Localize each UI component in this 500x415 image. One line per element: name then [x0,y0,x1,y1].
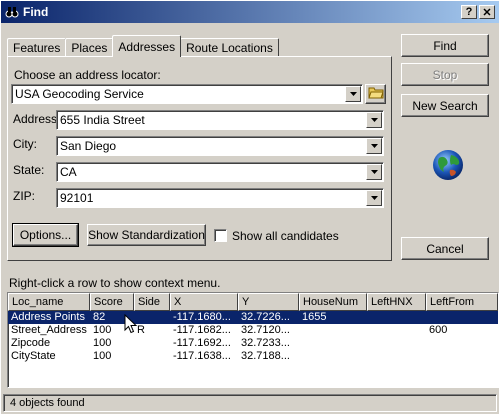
show-standardization-button[interactable]: Show Standardization [87,224,206,246]
city-field[interactable]: San Diego [56,136,384,156]
table-cell: 100 [93,337,112,349]
column-header[interactable]: X [170,293,238,311]
context-menu-hint: Right-click a row to show context menu. [9,276,221,290]
table-cell [426,350,498,363]
chevron-down-icon[interactable] [345,86,361,102]
table-row[interactable]: CityState 100 -117.1638... 32.7188... [8,350,498,363]
close-icon: ✕ [482,6,492,19]
table-cell [367,337,426,350]
tab-addresses[interactable]: Addresses [112,35,182,57]
table-cell: CityState [11,350,56,362]
status-text: 4 objects found [10,397,85,409]
address-field[interactable]: 655 India Street [56,110,384,130]
table-cell: -117.1692... [173,337,231,349]
browse-folder-button[interactable] [365,84,386,104]
tab-route-locations[interactable]: Route Locations [180,38,279,57]
table-cell [426,337,498,350]
column-header[interactable]: HouseNum [299,293,367,311]
table-cell: Zipcode [11,337,51,349]
table-cell: -117.1680... [173,311,231,323]
window-title: Find [23,5,49,19]
table-cell: -117.1638... [173,350,231,362]
zip-label: ZIP: [13,189,36,203]
column-header[interactable]: LeftHNX [367,293,426,311]
show-all-candidates-checkbox[interactable] [214,229,227,242]
table-row[interactable]: Street_Address 100 R -117.1682... 32.7120...… [8,324,498,337]
locator-label: Choose an address locator: [14,68,161,82]
cancel-button[interactable]: Cancel [401,237,489,260]
table-cell: 600 [429,324,448,336]
close-button[interactable]: ✕ [479,5,495,19]
mouse-cursor [124,313,138,334]
table-cell [134,311,170,324]
city-label: City: [13,137,37,151]
grid-header: Loc_name Score Side X Y HouseNum LeftHNX… [8,293,498,311]
options-button[interactable]: Options... [12,223,79,247]
table-cell: 1655 [302,311,327,323]
table-cell [426,311,498,324]
table-cell [367,311,426,324]
table-cell [134,350,170,363]
table-cell: -117.1682... [173,324,231,336]
new-search-button[interactable]: New Search [401,94,489,117]
state-field[interactable]: CA [56,162,384,182]
table-cell: Street_Address [11,324,87,336]
column-header[interactable]: Side [134,293,170,311]
column-header[interactable]: Score [90,293,134,311]
status-bar: 4 objects found [3,394,497,412]
results-grid[interactable]: Loc_name Score Side X Y HouseNum LeftHNX… [7,292,499,388]
zip-field[interactable]: 92101 [56,188,384,208]
binoculars-icon [5,5,19,19]
locator-select[interactable]: USA Geocoding Service [11,84,363,104]
state-label: State: [13,163,45,177]
table-cell [367,350,426,363]
show-all-candidates-label: Show all candidates [232,229,339,243]
table-cell [299,337,367,350]
tab-places[interactable]: Places [65,38,114,57]
table-cell: 32.7188... [241,350,290,362]
tab-strip: Features Places Addresses Route Location… [7,35,279,57]
find-dialog: Find ? ✕ Features Places Addresses Route… [0,0,500,415]
table-cell: 32.7120... [241,324,290,336]
folder-icon [367,86,384,102]
column-header[interactable]: Loc_name [8,293,90,311]
chevron-down-icon[interactable] [366,112,382,128]
table-cell [134,337,170,350]
chevron-down-icon[interactable] [366,138,382,154]
help-button[interactable]: ? [461,5,477,19]
address-label: Address: [13,112,61,126]
table-cell: 32.7233... [241,337,290,349]
chevron-down-icon[interactable] [366,190,382,206]
title-bar[interactable]: Find ? ✕ [1,1,499,23]
table-row[interactable]: Address Points 82 -117.1680... 32.7226... 16… [8,311,498,324]
table-row[interactable]: Zipcode 100 -117.1692... 32.7233... [8,337,498,350]
globe-icon [431,148,465,182]
table-cell [299,324,367,337]
chevron-down-icon[interactable] [366,164,382,180]
table-cell: 32.7226... [241,311,290,323]
table-cell: Address Points [11,311,85,323]
tab-features[interactable]: Features [7,38,67,57]
column-header[interactable]: Y [238,293,299,311]
find-button[interactable]: Find [401,34,489,57]
table-cell: R [137,324,145,336]
column-header[interactable]: LeftFrom [426,293,498,311]
table-cell [299,350,367,363]
stop-button[interactable]: Stop [401,63,489,86]
table-cell: 100 [93,350,112,362]
table-cell [367,324,426,337]
grid-body: Address Points 82 -117.1680... 32.7226... 16… [8,311,498,363]
